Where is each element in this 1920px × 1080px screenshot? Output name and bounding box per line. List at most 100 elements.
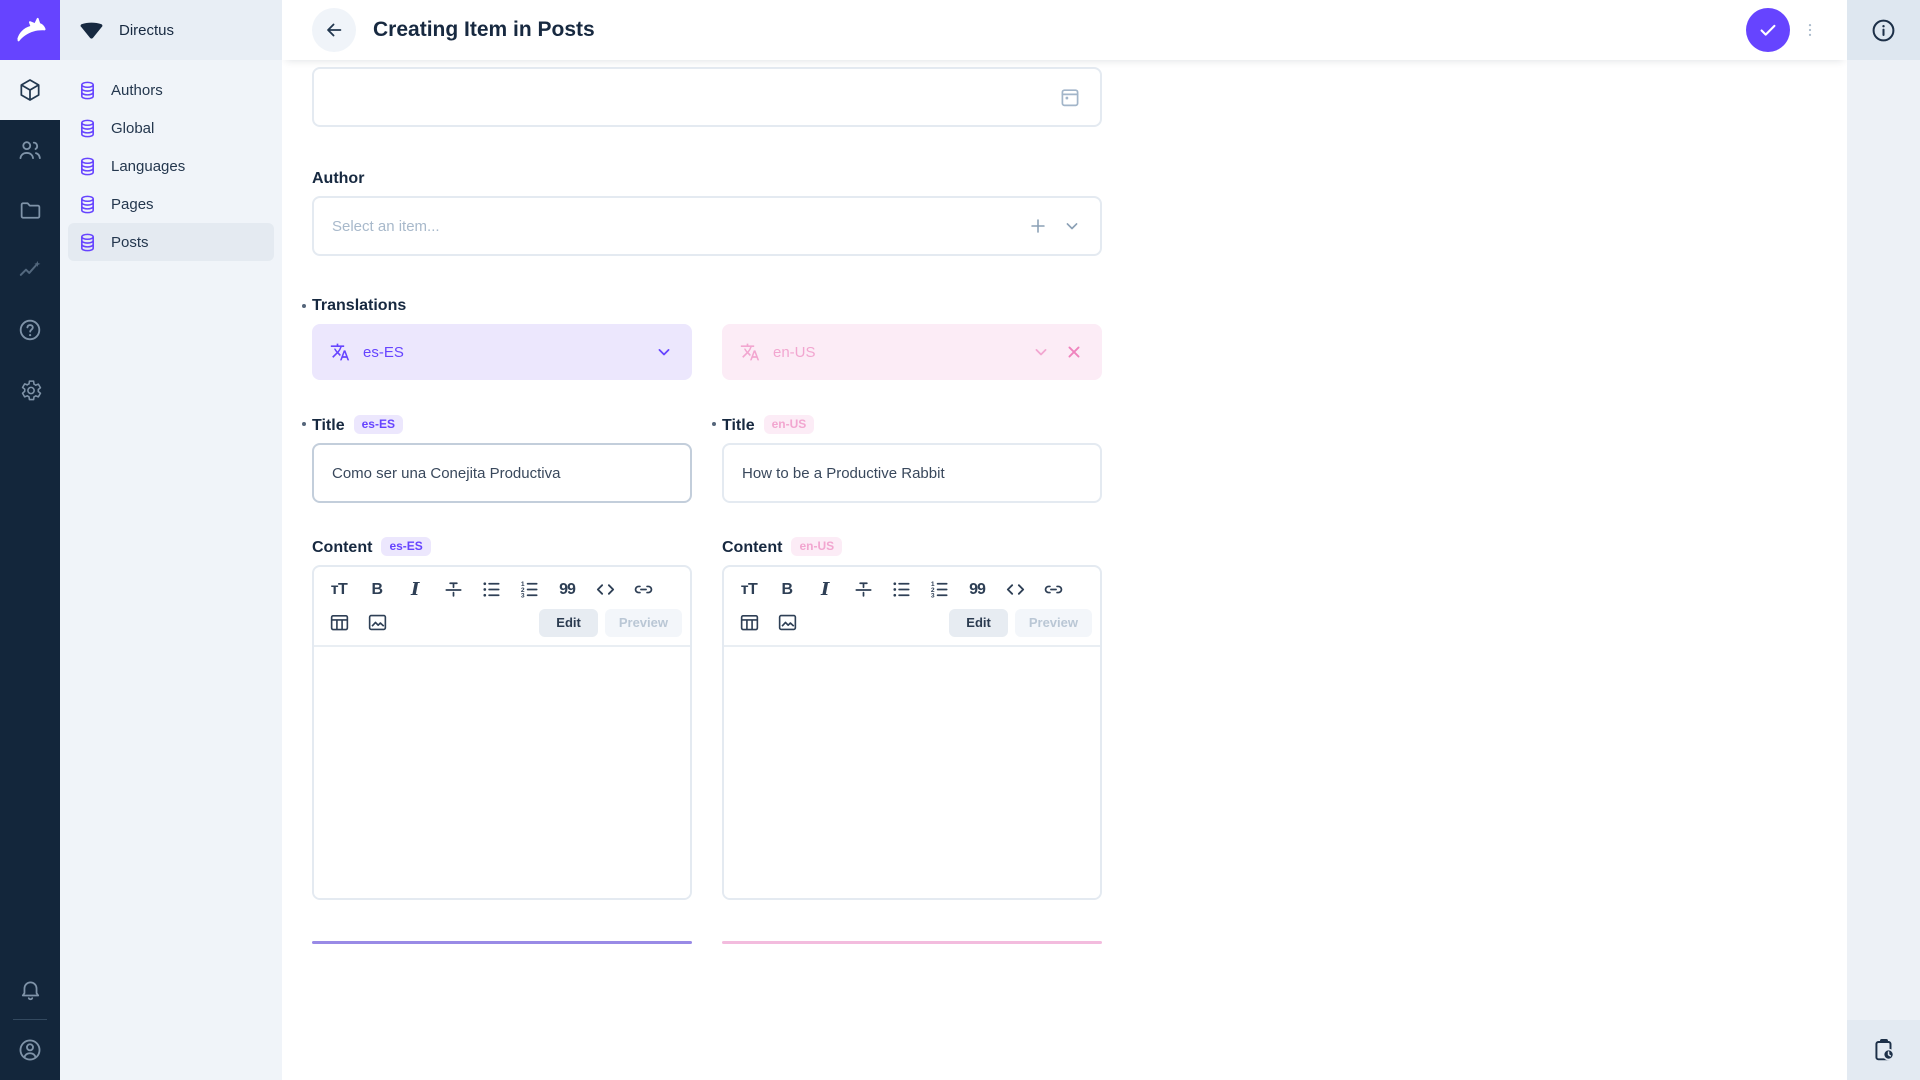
title-row: Titlees-ES Titleen-US	[312, 415, 1102, 503]
header-actions	[1746, 8, 1821, 52]
translations-label: Translations	[312, 297, 1102, 315]
svg-text:3: 3	[930, 593, 934, 600]
heading-icon[interactable]: ᴛT	[734, 574, 764, 605]
module-settings[interactable]	[0, 360, 60, 420]
edit-mode-button[interactable]: Edit	[949, 609, 1008, 637]
collections-sidebar: Directus Authors Global Languages	[60, 0, 282, 1080]
module-content[interactable]	[0, 60, 60, 120]
sidebar-item-label: Pages	[111, 196, 154, 213]
blockquote-icon[interactable]: 99	[962, 574, 992, 605]
required-dot	[302, 422, 306, 426]
language-badge-en: en-US	[764, 415, 815, 434]
directus-logo[interactable]	[0, 0, 60, 60]
project-header[interactable]: Directus	[60, 0, 282, 60]
database-icon	[77, 80, 98, 101]
sidebar-item-label: Languages	[111, 158, 185, 175]
chevron-down-icon[interactable]	[1062, 216, 1082, 236]
image-icon[interactable]	[362, 607, 392, 638]
edit-mode-button[interactable]: Edit	[539, 609, 598, 637]
page-title: Creating Item in Posts	[373, 18, 595, 42]
help-icon	[17, 317, 43, 343]
project-status-icon	[78, 19, 105, 42]
translation-chip-es-es[interactable]: es-ES	[312, 324, 692, 380]
required-dot	[712, 422, 716, 426]
editor-toolbar: ᴛT B I	[724, 567, 1100, 647]
back-button[interactable]	[312, 8, 356, 52]
author-select[interactable]: Select an item...	[312, 196, 1102, 256]
link-icon[interactable]	[628, 574, 658, 605]
bell-icon	[18, 977, 43, 1002]
preview-mode-button[interactable]: Preview	[1015, 609, 1092, 637]
chevron-down-icon[interactable]	[1031, 342, 1051, 362]
module-insights[interactable]	[0, 240, 60, 300]
plus-icon[interactable]	[1027, 215, 1049, 237]
link-icon[interactable]	[1038, 574, 1068, 605]
date-field-wrapper	[312, 67, 1102, 127]
strikethrough-icon[interactable]	[848, 574, 878, 605]
app-root: Directus Authors Global Languages	[0, 0, 1920, 1080]
language-badge-es: es-ES	[381, 537, 430, 556]
language-badge-es: es-ES	[354, 415, 403, 434]
module-documentation[interactable]	[0, 300, 60, 360]
translation-chip-en-us[interactable]: en-US	[722, 324, 1102, 380]
chevron-down-icon[interactable]	[654, 342, 674, 362]
module-file-library[interactable]	[0, 180, 60, 240]
sidebar-item-label: Posts	[111, 234, 149, 251]
sidebar-item-posts[interactable]: Posts	[68, 223, 274, 261]
sidebar-item-authors[interactable]: Authors	[68, 71, 274, 109]
more-options-button[interactable]	[1799, 8, 1821, 52]
heading-icon[interactable]: ᴛT	[324, 574, 354, 605]
code-icon[interactable]	[1000, 574, 1030, 605]
translate-icon	[740, 342, 760, 362]
translations-field: Translations es-ES	[312, 297, 1102, 380]
blockquote-icon[interactable]: 99	[552, 574, 582, 605]
calendar-icon	[1058, 85, 1082, 109]
revisions-button[interactable]	[1847, 1020, 1920, 1080]
content-row: Contentes-ES ᴛT B I	[312, 537, 1102, 900]
table-icon[interactable]	[734, 607, 764, 638]
date-field[interactable]	[312, 67, 1102, 127]
module-user-directory[interactable]	[0, 120, 60, 180]
italic-icon[interactable]: I	[810, 574, 840, 605]
item-form: Author Select an item...	[312, 67, 1102, 944]
title-input-es[interactable]	[312, 443, 692, 503]
language-divider-es	[312, 941, 692, 944]
title-field-es: Titlees-ES	[312, 415, 692, 503]
numbered-list-icon[interactable]: 123	[924, 574, 954, 605]
bold-icon[interactable]: B	[362, 574, 392, 605]
close-icon[interactable]	[1064, 342, 1084, 362]
account-button[interactable]	[0, 1020, 60, 1080]
author-select-icons	[1027, 215, 1082, 237]
save-button[interactable]	[1746, 8, 1790, 52]
content-editor-textarea-es[interactable]	[314, 647, 690, 898]
table-icon[interactable]	[324, 607, 354, 638]
insights-icon	[17, 257, 43, 283]
code-icon[interactable]	[590, 574, 620, 605]
folder-icon	[18, 198, 43, 223]
content-editor-textarea-en[interactable]	[724, 647, 1100, 898]
sidebar-item-pages[interactable]: Pages	[68, 185, 274, 223]
title-field-en: Titleen-US	[722, 415, 1102, 503]
right-sidebar-body	[1847, 60, 1920, 1020]
numbered-list-icon[interactable]: 123	[514, 574, 544, 605]
sidebar-item-global[interactable]: Global	[68, 109, 274, 147]
language-code: es-ES	[363, 344, 404, 361]
sidebar-item-languages[interactable]: Languages	[68, 147, 274, 185]
italic-icon[interactable]: I	[400, 574, 430, 605]
image-icon[interactable]	[772, 607, 802, 638]
notifications-button[interactable]	[0, 959, 60, 1019]
info-button[interactable]	[1847, 0, 1920, 60]
main-area: Creating Item in Posts	[282, 0, 1847, 1080]
strikethrough-icon[interactable]	[438, 574, 468, 605]
title-label-es: Titlees-ES	[312, 415, 692, 435]
svg-text:3: 3	[520, 593, 524, 600]
translate-icon	[330, 342, 350, 362]
check-icon	[1757, 19, 1779, 41]
title-input-en[interactable]	[722, 443, 1102, 503]
bold-icon[interactable]: B	[772, 574, 802, 605]
box-icon	[17, 77, 43, 103]
language-code: en-US	[773, 344, 816, 361]
bulleted-list-icon[interactable]	[476, 574, 506, 605]
bulleted-list-icon[interactable]	[886, 574, 916, 605]
preview-mode-button[interactable]: Preview	[605, 609, 682, 637]
